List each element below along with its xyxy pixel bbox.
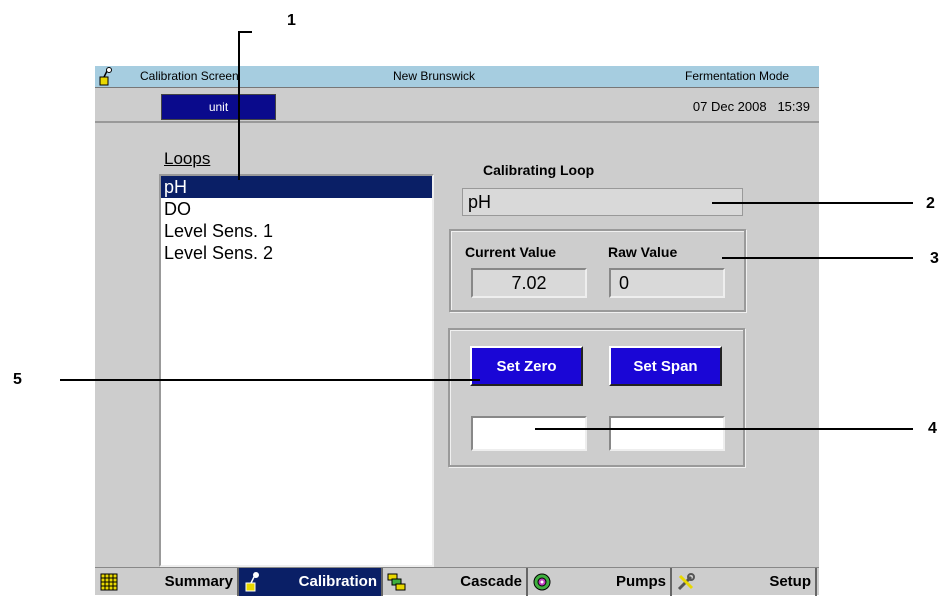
tab-calibration-label: Calibration [298,573,377,590]
raw-value-field: 0 [609,268,725,298]
set-span-button[interactable]: Set Span [609,346,722,386]
set-zero-button[interactable]: Set Zero [470,346,583,386]
calibration-probe-icon [99,67,112,86]
tab-cascade[interactable]: Cascade [383,568,528,596]
span-value-field[interactable] [609,416,725,451]
callout-1-line-h [238,31,252,33]
callout-1: 1 [287,12,296,29]
screen-title: Calibration Screen [140,69,239,83]
calibrating-loop-label: Calibrating Loop [483,162,595,178]
company-name: New Brunswick [393,69,476,83]
calibration-probe-icon [245,572,259,592]
status-bar: unit 07 Dec 2008 15:39 [95,87,819,123]
callout-2: 2 [926,195,935,212]
loop-item-level-sens-2[interactable]: Level Sens. 2 [161,242,432,264]
tab-setup-label: Setup [769,573,811,590]
current-value-label: Current Value [465,244,557,260]
tab-pumps-label: Pumps [615,573,666,590]
tab-summary-label: Summary [164,573,233,590]
title-bar: Calibration Screen New Brunswick Ferment… [95,66,819,87]
loop-item-ph[interactable]: pH [161,176,432,198]
zero-value-field[interactable] [471,416,587,451]
pump-icon [533,573,551,591]
tab-pumps[interactable]: Pumps [528,568,672,596]
loop-item-do[interactable]: DO [161,198,432,220]
calibration-screen: Calibration Screen New Brunswick Ferment… [95,66,819,596]
tab-setup[interactable]: Setup [672,568,817,596]
tools-icon [677,573,695,591]
cascade-icon [387,573,406,591]
loop-item-level-sens-1[interactable]: Level Sens. 1 [161,220,432,242]
calibrating-loop-field: pH [462,188,743,216]
callout-4: 4 [928,420,937,437]
tab-cascade-label: Cascade [460,573,522,590]
callout-5-line [60,379,480,381]
callout-3-line [722,257,913,259]
date-text: 07 Dec 2008 [692,99,767,114]
date-time: 07 Dec 2008 15:39 [693,99,810,114]
callout-4-line [535,428,913,430]
tab-calibration[interactable]: Calibration [239,568,383,596]
loops-label: Loops [164,149,211,168]
callout-2-line [712,202,913,204]
operating-mode: Fermentation Mode [685,69,790,83]
unit-button[interactable]: unit [161,94,276,120]
tab-summary[interactable]: Summary [95,568,239,596]
callout-5: 5 [13,371,22,388]
loops-list[interactable]: pH DO Level Sens. 1 Level Sens. 2 [159,174,434,567]
callout-3: 3 [930,250,939,267]
time-text: 15:39 [777,99,810,114]
callout-1-line-v [238,31,240,180]
raw-value-label: Raw Value [608,244,678,260]
current-value-field: 7.02 [471,268,587,298]
summary-grid-icon [100,573,118,591]
bottom-navbar: Summary Calibration Cascade Pumps Setup [95,567,819,596]
